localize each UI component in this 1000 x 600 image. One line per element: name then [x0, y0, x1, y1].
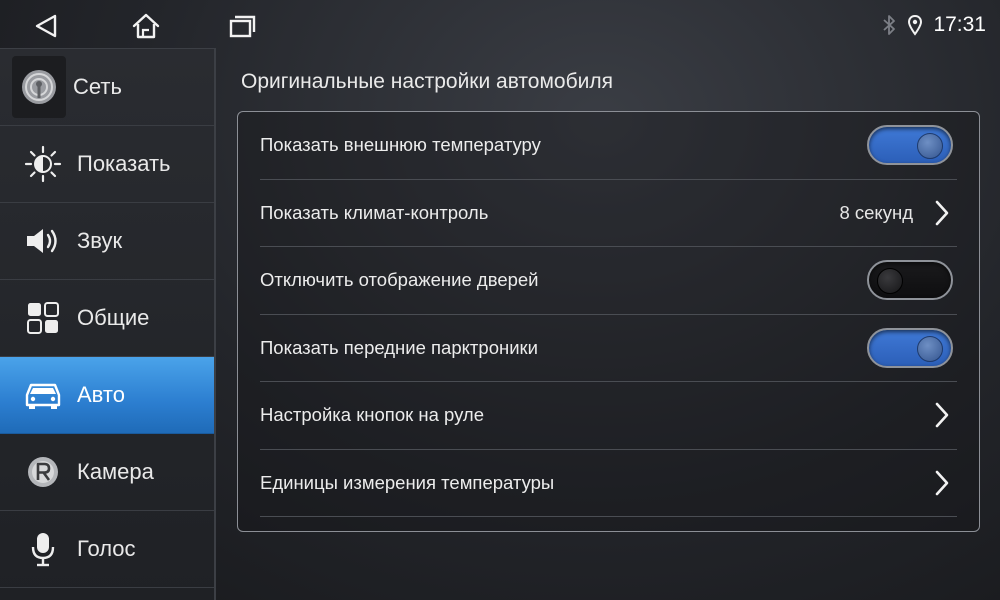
settings-sidebar: Сеть Показать Звук Общие Авто Камера Гол… — [0, 48, 216, 600]
setting-row-front-parking-sensors[interactable]: Показать передние парктроники — [260, 315, 957, 382]
sidebar-item-network[interactable]: Сеть — [0, 49, 214, 126]
recent-apps-icon — [229, 15, 256, 38]
page-title: Оригинальные настройки автомобиля — [241, 70, 613, 93]
status-indicators: 17:31 — [881, 10, 986, 40]
chevron-right-icon[interactable] — [931, 198, 953, 228]
sidebar-item-label: Звук — [77, 228, 123, 253]
home-button[interactable] — [126, 8, 166, 44]
car-icon — [22, 374, 64, 416]
network-icon — [12, 56, 66, 118]
setting-label: Единицы измерения температуры — [260, 471, 555, 493]
toggle-knob — [877, 268, 903, 295]
chevron-right-icon[interactable] — [931, 400, 953, 430]
setting-row-steering-buttons[interactable]: Настройка кнопок на руле — [260, 382, 957, 450]
sidebar-item-display[interactable]: Показать — [0, 126, 214, 203]
setting-label: Показать внешнюю температуру — [260, 134, 541, 156]
location-pin-icon — [908, 14, 923, 36]
setting-label: Показать климат-контроль — [260, 201, 489, 223]
sidebar-item-sound[interactable]: Звук — [0, 203, 214, 280]
climate-control-value: 8 секунд — [839, 201, 913, 223]
setting-label: Настройка кнопок на руле — [260, 404, 485, 426]
toggle-knob — [917, 335, 943, 362]
back-icon — [35, 14, 57, 38]
sidebar-item-label: Голос — [77, 536, 136, 561]
sidebar-item-general[interactable]: Общие — [0, 280, 214, 357]
sidebar-item-label: Показать — [77, 151, 171, 176]
sidebar-item-voice[interactable]: Голос — [0, 511, 214, 588]
doors-display-toggle[interactable] — [867, 260, 953, 301]
toggle-knob — [917, 133, 943, 160]
setting-label: Показать передние парктроники — [260, 336, 538, 358]
back-button[interactable] — [26, 8, 66, 44]
home-icon — [132, 13, 160, 39]
setting-row-climate-control[interactable]: Показать климат-контроль 8 секунд — [260, 180, 957, 247]
chevron-right-icon[interactable] — [931, 468, 953, 498]
grid-icon — [22, 297, 64, 339]
outside-temp-toggle[interactable] — [867, 125, 953, 166]
speaker-icon — [22, 220, 64, 262]
status-bar: 17:31 — [0, 0, 1000, 50]
sidebar-item-camera[interactable]: Камера — [0, 434, 214, 511]
microphone-icon — [22, 528, 64, 570]
sidebar-item-label: Сеть — [73, 74, 122, 99]
clock: 17:31 — [933, 13, 986, 36]
sidebar-item-label: Авто — [77, 382, 125, 407]
sidebar-item-label: Общие — [77, 305, 150, 330]
front-parking-sensors-toggle[interactable] — [867, 327, 953, 368]
sidebar-item-label: Камера — [77, 459, 154, 484]
setting-row-outside-temp[interactable]: Показать внешнюю температуру — [260, 112, 957, 180]
sidebar-item-auto[interactable]: Авто — [0, 357, 214, 434]
brightness-icon — [22, 143, 64, 185]
setting-label: Отключить отображение дверей — [260, 269, 539, 291]
setting-row-doors-display[interactable]: Отключить отображение дверей — [260, 247, 957, 315]
bluetooth-icon — [883, 15, 896, 35]
setting-row-temp-units[interactable]: Единицы измерения температуры — [260, 450, 957, 517]
camera-r-icon — [22, 451, 64, 493]
settings-panel: Показать внешнюю температуру Показать кл… — [237, 111, 980, 532]
recent-apps-button[interactable] — [222, 8, 262, 44]
